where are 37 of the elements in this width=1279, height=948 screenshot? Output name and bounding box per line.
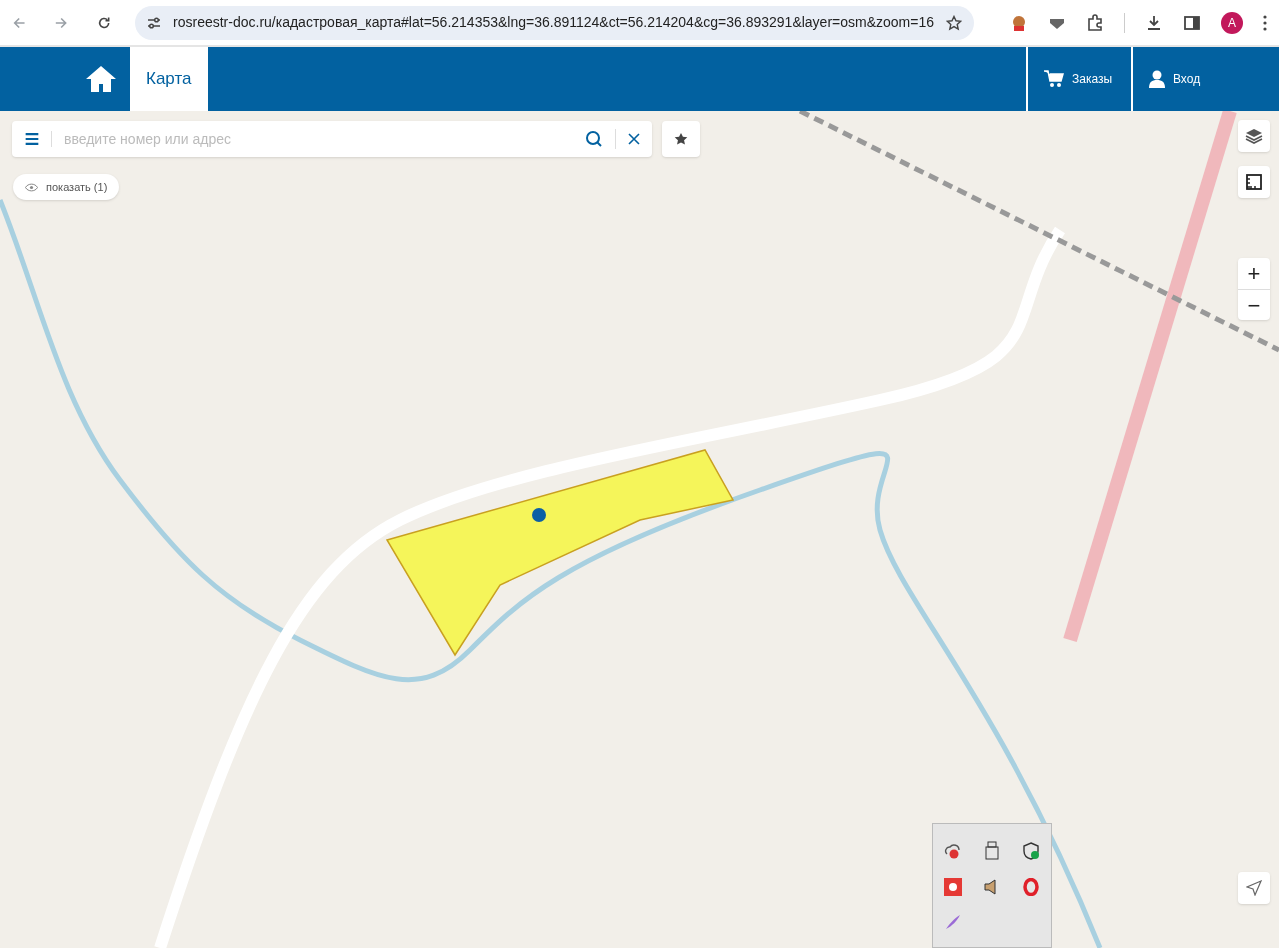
feather-icon[interactable] — [943, 912, 962, 931]
layers-icon — [1245, 128, 1263, 144]
profile-avatar[interactable]: A — [1221, 11, 1243, 34]
layers-button[interactable] — [1238, 120, 1270, 152]
cart-icon — [1044, 70, 1064, 88]
home-icon[interactable] — [84, 64, 118, 94]
zoom-in-button[interactable]: + — [1238, 258, 1270, 289]
user-icon — [1149, 70, 1165, 88]
usb-drive-icon[interactable] — [985, 840, 999, 861]
download-icon[interactable] — [1145, 13, 1163, 32]
show-button[interactable]: показать (1) — [13, 174, 120, 200]
zoom-out-button[interactable]: − — [1238, 289, 1270, 320]
address-bar[interactable]: rosreestr-doc.ru/кадастровая_карта#lat=56.214353&lng=36.891124&ct=56.214204&cg=36.893291&layer=osm&zoom=16 — [135, 5, 974, 40]
navigation-arrow-icon — [1246, 880, 1262, 896]
close-icon[interactable] — [628, 133, 640, 145]
favorites-button[interactable] — [662, 121, 700, 157]
shield-icon[interactable] — [1022, 841, 1041, 860]
side-panel-icon[interactable] — [1183, 13, 1201, 32]
star-icon — [674, 132, 688, 146]
locate-button[interactable] — [1238, 872, 1270, 904]
ruler-icon — [1245, 173, 1263, 191]
search-field[interactable]: введите номер или адрес — [52, 128, 585, 150]
site-settings-icon[interactable] — [147, 15, 162, 30]
ruler-button[interactable] — [1238, 166, 1270, 198]
ring-icon[interactable] — [1022, 877, 1041, 896]
url-text: rosreestr-doc.ru/кадастровая_карта#lat=56.214353&lng=36.891124&ct=56.214204&cg=36.893291&layer=osm&zoom=16 — [173, 13, 934, 32]
bookmark-star-icon[interactable] — [946, 14, 962, 31]
search-bar[interactable]: введите номер или адрес — [12, 121, 652, 157]
nav-tab[interactable]: Карта — [130, 47, 208, 111]
menu-dots-icon[interactable] — [1263, 14, 1267, 31]
eye-icon — [25, 182, 38, 192]
search-icon[interactable] — [585, 130, 603, 148]
extension-icon[interactable] — [1010, 13, 1028, 32]
location-marker — [532, 508, 546, 522]
app-tray-icon[interactable] — [943, 877, 962, 896]
puzzle-icon[interactable] — [1086, 13, 1104, 32]
cloud-warning-icon[interactable] — [943, 841, 962, 860]
